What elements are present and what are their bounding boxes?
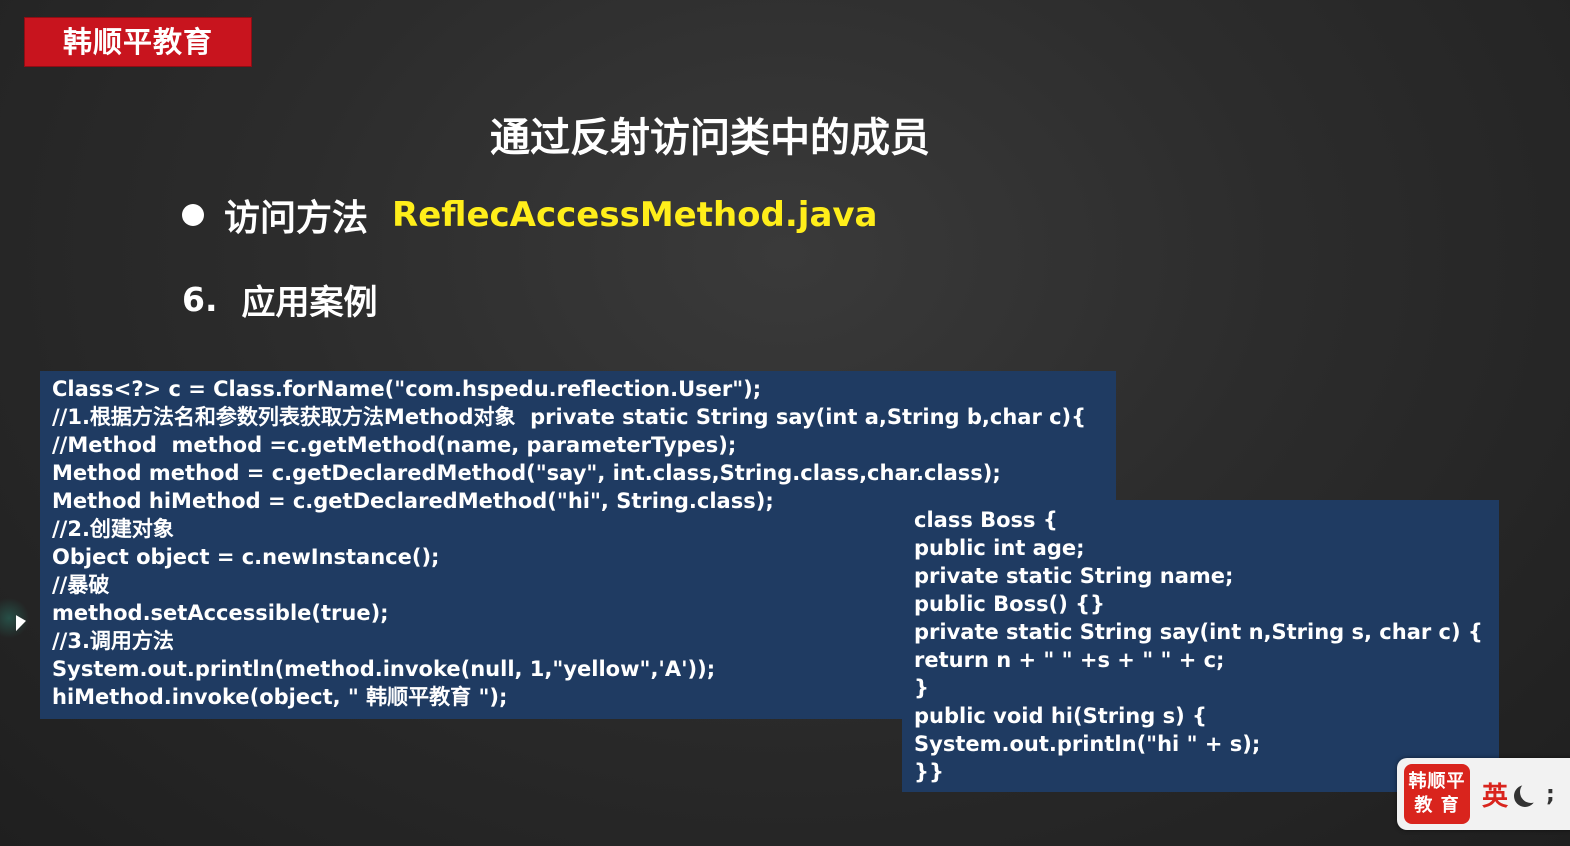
code-line: public Boss() {} bbox=[914, 592, 1106, 616]
section-number: 6. bbox=[182, 279, 218, 319]
section-heading: 6. 应用案例 bbox=[182, 274, 378, 324]
bullet-label: 访问方法 bbox=[224, 198, 369, 239]
bullet-dot-icon bbox=[182, 204, 204, 226]
code-line: class Boss { bbox=[914, 508, 1058, 532]
section-label: 应用案例 bbox=[241, 282, 378, 323]
code-line: private static String say(int n,String s… bbox=[914, 620, 1483, 644]
code-line: private static String name; bbox=[914, 564, 1234, 588]
ime-language-toggle[interactable]: 英 bbox=[1482, 776, 1508, 813]
bullet-line: 访问方法 ReflecAccessMethod.java bbox=[182, 188, 878, 242]
code-line: //1.根据方法名和参数列表获取方法Method对象 private stati… bbox=[52, 405, 1087, 429]
logo-line: 教 育 bbox=[1414, 795, 1460, 816]
code-line: return n + " " +s + " " + c; bbox=[914, 648, 1225, 672]
code-line: System.out.println("hi " + s); bbox=[914, 732, 1261, 756]
code-line: public int age; bbox=[914, 536, 1085, 560]
moon-icon[interactable] bbox=[1520, 781, 1542, 803]
code-line: } bbox=[914, 676, 929, 700]
logo-line: 韩顺平 bbox=[1408, 771, 1466, 792]
slide: 韩顺平教育 通过反射访问类中的成员 访问方法 ReflecAccessMetho… bbox=[0, 0, 1570, 846]
slide-title: 通过反射访问类中的成员 bbox=[490, 115, 930, 161]
code-block-boss-class: class Boss { public int age; private sta… bbox=[902, 500, 1499, 792]
ime-toolbar[interactable]: 韩顺平 教 育 英 ; bbox=[1397, 758, 1570, 830]
punctuation-toggle[interactable]: ; bbox=[1546, 782, 1555, 807]
code-line: Class<?> c = Class.forName("com.hspedu.r… bbox=[52, 377, 762, 401]
bullet-filename: ReflecAccessMethod.java bbox=[392, 195, 878, 235]
code-line: //Method method =c.getMethod(name, param… bbox=[52, 433, 737, 457]
brand-logo-icon[interactable]: 韩顺平 教 育 bbox=[1404, 764, 1470, 824]
brand-badge: 韩顺平教育 bbox=[24, 17, 252, 67]
code-line: Method method = c.getDeclaredMethod("say… bbox=[52, 461, 1001, 485]
code-line: public void hi(String s) { bbox=[914, 704, 1207, 728]
